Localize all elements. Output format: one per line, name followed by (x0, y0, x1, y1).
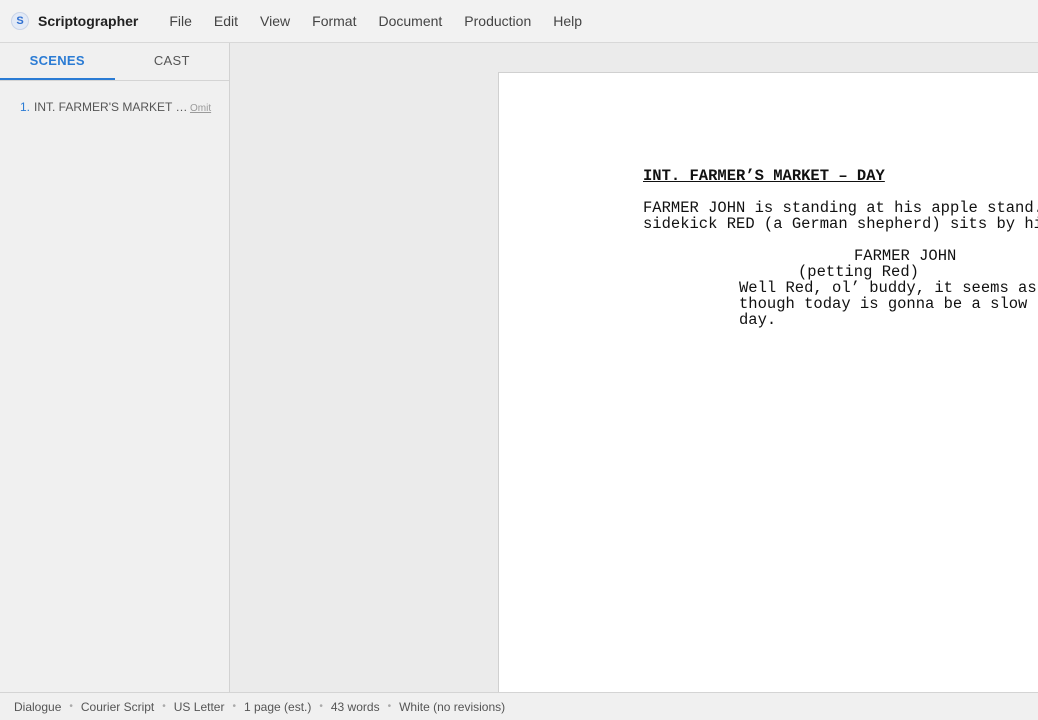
character-name[interactable]: FARMER JOHN (854, 248, 956, 264)
scene-list-item[interactable]: 1. INT. FARMER'S MARKET — DAY Omit (20, 100, 229, 114)
status-revision[interactable]: White (no revisions) (399, 700, 505, 714)
script-page[interactable]: INT. FARMER’S MARKET – DAY FARMER JOHN i… (498, 72, 1038, 692)
status-font[interactable]: Courier Script (81, 700, 154, 714)
menu-production[interactable]: Production (453, 0, 542, 43)
separator-dot: • (162, 701, 166, 712)
tab-scenes[interactable]: SCENES (0, 43, 115, 80)
action-line[interactable]: FARMER JOHN is standing at his apple sta… (643, 200, 1038, 232)
menu-bar: File Edit View Format Document Productio… (158, 0, 593, 43)
title-bar: S Scriptographer File Edit View Format D… (0, 0, 1038, 43)
menu-view[interactable]: View (249, 0, 301, 43)
separator-dot: • (319, 701, 323, 712)
status-word-count: 43 words (330, 699, 380, 714)
menu-help[interactable]: Help (542, 0, 593, 43)
status-page-count: 1 page (est.) (243, 699, 312, 714)
parenthetical[interactable]: (petting Red) (798, 264, 919, 280)
menu-document[interactable]: Document (367, 0, 453, 43)
scene-title: INT. FARMER'S MARKET — DAY (34, 100, 188, 114)
separator-dot: • (232, 701, 236, 712)
menu-format[interactable]: Format (301, 0, 367, 43)
scene-heading[interactable]: INT. FARMER’S MARKET – DAY (643, 168, 885, 184)
omit-scene-link[interactable]: Omit (190, 103, 211, 114)
script-editor[interactable]: INT. FARMER’S MARKET – DAY FARMER JOHN i… (230, 43, 1038, 692)
menu-edit[interactable]: Edit (203, 0, 249, 43)
app-logo-icon: S (11, 12, 29, 30)
status-paper-size[interactable]: US Letter (174, 700, 225, 714)
menu-file[interactable]: File (158, 0, 203, 43)
sidebar-tabs: SCENES CAST (0, 43, 229, 81)
status-bar: Dialogue • Courier Script • US Letter • … (0, 692, 1038, 720)
dialogue[interactable]: Well Red, ol’ buddy, it seems as though … (739, 280, 1037, 328)
status-element-type[interactable]: Dialogue (14, 700, 61, 714)
separator-dot: • (387, 701, 392, 712)
scene-number: 1. (20, 100, 31, 114)
tab-cast[interactable]: CAST (115, 43, 230, 80)
separator-dot: • (69, 701, 73, 712)
app-title: Scriptographer (38, 13, 139, 29)
sidebar: SCENES CAST 1. INT. FARMER'S MARKET — DA… (0, 43, 230, 692)
